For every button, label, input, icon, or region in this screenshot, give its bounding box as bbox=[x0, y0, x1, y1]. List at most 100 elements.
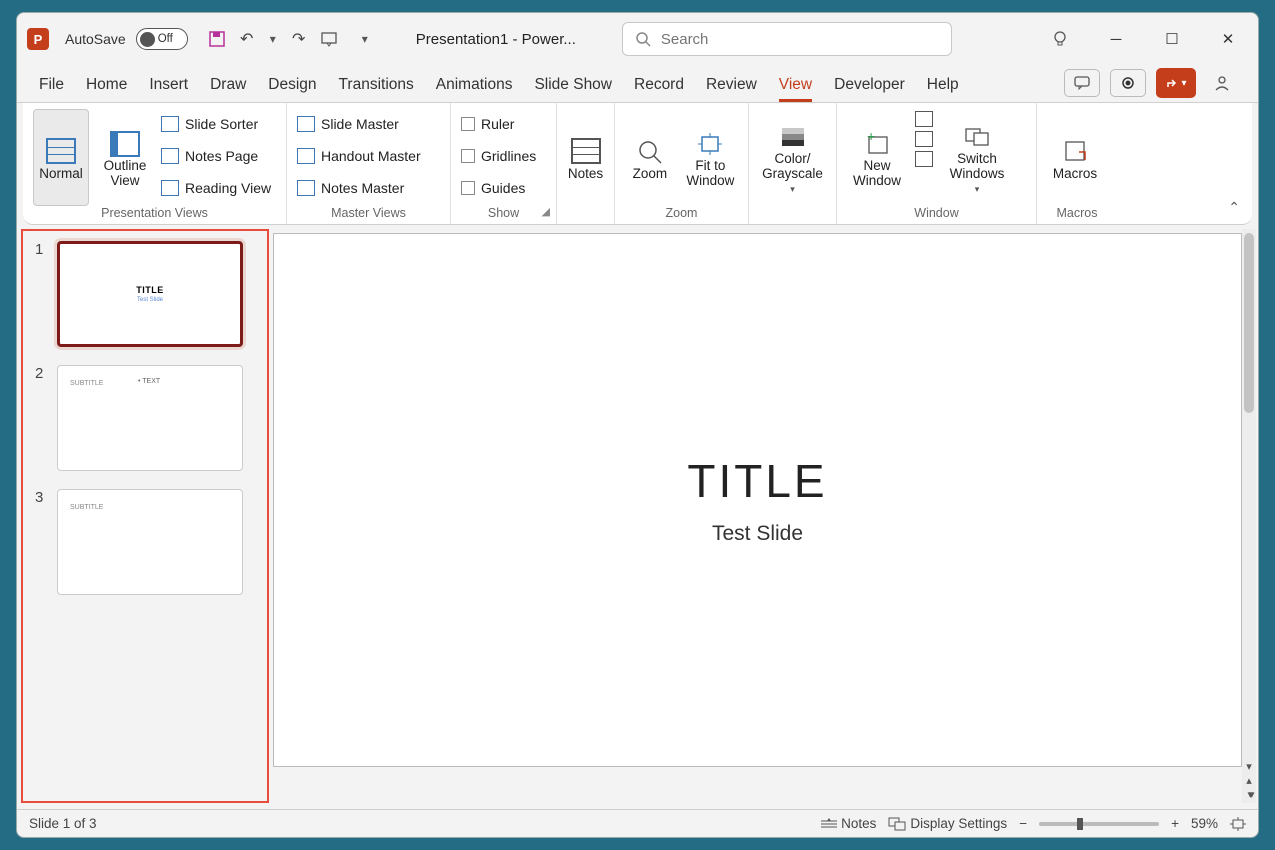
color-grayscale-button[interactable]: Color/ Grayscale ▾ bbox=[759, 109, 826, 206]
collapse-ribbon-icon[interactable]: ⌃ bbox=[1228, 199, 1240, 216]
tab-slide-show[interactable]: Slide Show bbox=[534, 76, 612, 102]
slideshow-from-beginning-icon[interactable] bbox=[320, 30, 338, 48]
tab-draw[interactable]: Draw bbox=[210, 76, 246, 102]
fit-to-window-button[interactable]: Fit to Window bbox=[683, 109, 738, 206]
app-window: AutoSave Off ↶ ▾ ↷ ▾ Presentation1 - Pow… bbox=[16, 12, 1259, 838]
arrange-all-icon[interactable] bbox=[915, 111, 933, 127]
show-dialog-launcher-icon[interactable]: ◢ bbox=[542, 205, 550, 218]
group-master-views: Slide Master Handout Master Notes Master… bbox=[287, 103, 451, 224]
quick-access-toolbar: ↶ ▾ ↷ ▾ bbox=[208, 30, 370, 48]
document-title: Presentation1 - Power... bbox=[416, 31, 576, 48]
search-icon bbox=[635, 31, 651, 47]
ribbon-tabs: File Home Insert Draw Design Transitions… bbox=[17, 65, 1258, 103]
tab-developer[interactable]: Developer bbox=[834, 76, 905, 102]
move-split-icon[interactable] bbox=[915, 151, 933, 167]
notes-button[interactable]: Notes bbox=[567, 109, 604, 206]
outline-view-button[interactable]: Outline View bbox=[97, 109, 153, 206]
macros-button[interactable]: Macros bbox=[1047, 109, 1103, 206]
new-window-button[interactable]: + New Window bbox=[847, 109, 907, 206]
switch-windows-button[interactable]: Switch Windows ▾ bbox=[941, 109, 1013, 206]
search-input[interactable] bbox=[661, 31, 939, 48]
guides-checkbox[interactable]: Guides bbox=[461, 175, 536, 201]
gridlines-checkbox[interactable]: Gridlines bbox=[461, 143, 536, 169]
slide-title-text[interactable]: TITLE bbox=[687, 454, 827, 508]
zoom-button[interactable]: Zoom bbox=[625, 109, 675, 206]
outline-view-label: Outline View bbox=[97, 159, 153, 189]
share-button[interactable]: ▾ bbox=[1156, 68, 1196, 98]
slide-sorter-icon bbox=[161, 116, 179, 132]
tab-animations[interactable]: Animations bbox=[436, 76, 513, 102]
slide-sorter-button[interactable]: Slide Sorter bbox=[161, 111, 271, 137]
slide-counter[interactable]: Slide 1 of 3 bbox=[29, 816, 97, 831]
search-box[interactable] bbox=[622, 22, 952, 56]
group-show: Ruler Gridlines Guides Show ◢ bbox=[451, 103, 557, 224]
notes-page-icon bbox=[161, 148, 179, 164]
slide-thumbnail-3[interactable]: SUBTITLE bbox=[57, 489, 243, 595]
normal-view-label: Normal bbox=[39, 166, 83, 181]
account-icon[interactable] bbox=[1208, 69, 1236, 97]
cascade-icon[interactable] bbox=[915, 131, 933, 147]
tab-record[interactable]: Record bbox=[634, 76, 684, 102]
group-presentation-views: Normal Outline View Slide Sorter Notes P… bbox=[23, 103, 287, 224]
zoom-out-button[interactable]: − bbox=[1019, 816, 1027, 831]
vertical-scrollbar[interactable]: ▾ ▴ ▾▾ bbox=[1242, 229, 1256, 803]
tab-home[interactable]: Home bbox=[86, 76, 127, 102]
checkbox-icon bbox=[461, 181, 475, 195]
camera-button[interactable] bbox=[1110, 69, 1146, 97]
ruler-checkbox[interactable]: Ruler bbox=[461, 111, 536, 137]
autosave-knob-icon bbox=[140, 32, 155, 47]
slide-canvas[interactable]: TITLE Test Slide bbox=[273, 233, 1242, 767]
zoom-slider[interactable] bbox=[1039, 822, 1159, 826]
group-label-presentation-views: Presentation Views bbox=[33, 206, 276, 224]
notes-master-button[interactable]: Notes Master bbox=[297, 175, 421, 201]
thumb-subtitle: Test Slide bbox=[137, 297, 163, 303]
tab-help[interactable]: Help bbox=[927, 76, 959, 102]
slide-thumbnail-1[interactable]: TITLE Test Slide bbox=[57, 241, 243, 347]
tab-design[interactable]: Design bbox=[268, 76, 316, 102]
tab-review[interactable]: Review bbox=[706, 76, 757, 102]
new-window-label: New Window bbox=[847, 159, 907, 189]
slide-subtitle-text[interactable]: Test Slide bbox=[712, 522, 803, 546]
reading-view-button[interactable]: Reading View bbox=[161, 175, 271, 201]
undo-icon[interactable]: ↶ bbox=[238, 30, 256, 48]
autosave-toggle[interactable]: Off bbox=[136, 28, 188, 50]
save-icon[interactable] bbox=[208, 30, 226, 48]
minimize-button[interactable]: ─ bbox=[1102, 25, 1130, 53]
prev-slide-icon[interactable]: ▾ bbox=[1246, 760, 1252, 773]
notes-page-button[interactable]: Notes Page bbox=[161, 143, 271, 169]
normal-view-icon bbox=[46, 138, 76, 164]
tips-icon[interactable] bbox=[1046, 25, 1074, 53]
slide-master-icon bbox=[297, 116, 315, 132]
chevron-down-icon: ▾ bbox=[790, 184, 795, 195]
tab-view[interactable]: View bbox=[779, 76, 812, 102]
handout-master-button[interactable]: Handout Master bbox=[297, 143, 421, 169]
notes-toggle[interactable]: Notes bbox=[821, 816, 876, 831]
zoom-percent[interactable]: 59% bbox=[1191, 816, 1218, 831]
slide-thumbnail-2[interactable]: SUBTITLE • TEXT bbox=[57, 365, 243, 471]
tab-insert[interactable]: Insert bbox=[149, 76, 188, 102]
display-settings-button[interactable]: Display Settings bbox=[888, 816, 1007, 831]
comments-button[interactable] bbox=[1064, 69, 1100, 97]
slide-nav-arrows: ▾ ▴ ▾▾ bbox=[1242, 760, 1256, 801]
maximize-button[interactable]: ☐ bbox=[1158, 25, 1186, 53]
redo-icon[interactable]: ↷ bbox=[290, 30, 308, 48]
zoom-in-button[interactable]: + bbox=[1171, 816, 1179, 831]
autosave-label: AutoSave bbox=[65, 31, 126, 47]
group-label-show: Show bbox=[461, 206, 546, 224]
ribbon: Normal Outline View Slide Sorter Notes P… bbox=[23, 103, 1252, 225]
qat-customize-icon[interactable]: ▾ bbox=[360, 32, 370, 46]
slide-master-button[interactable]: Slide Master bbox=[297, 111, 421, 137]
thumb-subtitle-label: SUBTITLE bbox=[70, 504, 103, 511]
zoom-slider-knob[interactable] bbox=[1077, 818, 1083, 830]
outline-view-icon bbox=[110, 131, 140, 157]
next-slide-icon[interactable]: ▾▾ bbox=[1247, 788, 1250, 801]
scrollbar-thumb[interactable] bbox=[1244, 233, 1254, 413]
normal-view-button[interactable]: Normal bbox=[33, 109, 89, 206]
up-icon[interactable]: ▴ bbox=[1246, 774, 1252, 787]
thumbnail-row: 1 TITLE Test Slide bbox=[35, 241, 255, 347]
close-button[interactable]: ✕ bbox=[1214, 25, 1242, 53]
tab-transitions[interactable]: Transitions bbox=[339, 76, 414, 102]
fit-to-window-status-icon[interactable] bbox=[1230, 817, 1246, 831]
undo-dropdown-icon[interactable]: ▾ bbox=[268, 32, 278, 46]
tab-file[interactable]: File bbox=[39, 76, 64, 102]
